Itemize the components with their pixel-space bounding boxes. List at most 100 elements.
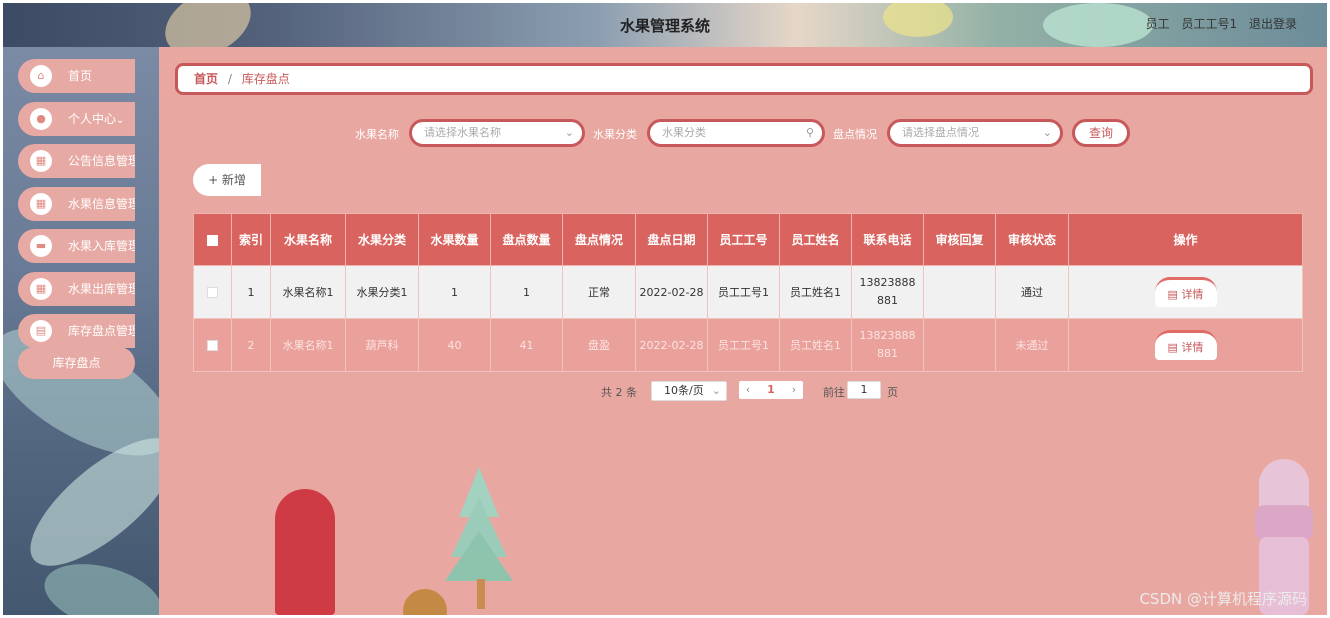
sidebar-item-fruit-info[interactable]: ▦ 水果信息管理 (18, 187, 135, 221)
query-button[interactable]: 查询 (1072, 119, 1130, 147)
app-title: 水果管理系统 (619, 17, 710, 35)
search-icon: ⚲ (805, 126, 814, 139)
document-icon: ▤ (1167, 288, 1182, 301)
page-size-value: 10条/页 (664, 384, 704, 397)
fruit-category-placeholder: 水果分类 (662, 126, 706, 139)
inventory-status-select[interactable]: 请选择盘点情况 ⌄ (887, 119, 1063, 147)
row-select-cell (193, 265, 232, 319)
table-cell: 葫芦科 (345, 318, 419, 372)
detail-button-label: 详情 (1181, 288, 1204, 301)
table-cell: 员工工号1 (707, 265, 780, 319)
add-button[interactable]: + 新增 (193, 164, 261, 196)
column-header: 盘点情况 (562, 213, 636, 266)
pagination: 共 2 条 10条/页 ⌄ ‹ 1 › 前往 1 页 (159, 381, 1327, 403)
logout-button[interactable]: 退出登录 (1249, 17, 1297, 31)
detail-button[interactable]: ▤ 详情 (1154, 330, 1217, 360)
row-checkbox[interactable] (207, 340, 218, 351)
page-suffix: 页 (887, 386, 898, 399)
pager: ‹ 1 › (739, 381, 803, 399)
sidebar-item-personal-center[interactable]: ● 个人中心⌄ (18, 102, 135, 136)
sidebar-item-stock-in[interactable]: ▬ 水果入库管理 (18, 229, 135, 263)
column-header: 索引 (231, 213, 271, 266)
detail-button[interactable]: ▤ 详情 (1154, 277, 1217, 307)
table-cell (923, 318, 996, 372)
column-header: 水果数量 (418, 213, 491, 266)
table-cell (923, 265, 996, 319)
pagination-total: 共 2 条 (601, 386, 637, 399)
column-header: 盘点日期 (635, 213, 708, 266)
column-header: 员工姓名 (779, 213, 852, 266)
table-cell: 水果名称1 (270, 318, 346, 372)
app-window: 水果管理系统 员工 员工工号1 退出登录 ⌂ 首页 ● 个人中心⌄ ▦ 公告信息… (3, 3, 1327, 615)
column-header: 员工工号 (707, 213, 780, 266)
grid-icon: ▦ (30, 150, 52, 172)
document-icon: ▤ (30, 320, 52, 342)
sidebar-item-home[interactable]: ⌂ 首页 (18, 59, 135, 93)
table-cell: 正常 (562, 265, 636, 319)
table-header-row: 索引 水果名称 水果分类 水果数量 盘点数量 盘点情况 盘点日期 员工工号 员工… (193, 213, 1303, 266)
column-header: 联系电话 (851, 213, 924, 266)
column-header: 盘点数量 (490, 213, 563, 266)
table-row[interactable]: 1 水果名称1 水果分类1 1 1 正常 2022-02-28 员工工号1 员工… (193, 265, 1303, 319)
prev-page-button[interactable]: ‹ (739, 381, 757, 399)
table-cell: 2022-02-28 (635, 265, 708, 319)
breadcrumb: 首页 / 库存盘点 (175, 63, 1313, 95)
top-bar: 水果管理系统 员工 员工工号1 退出登录 (3, 3, 1327, 70)
table-cell: 13823888881 (851, 265, 924, 319)
sidebar-item-label: 首页 (68, 69, 93, 83)
current-page[interactable]: 1 (761, 381, 781, 399)
user-role: 员工 (1145, 17, 1170, 31)
sidebar-item-notice[interactable]: ▦ 公告信息管理 (18, 144, 135, 178)
fruit-name-label: 水果名称 (355, 128, 399, 141)
row-checkbox[interactable] (207, 287, 218, 298)
goto-label: 前往 (823, 386, 845, 399)
decoration-toy (1259, 459, 1309, 509)
table-row[interactable]: 2 水果名称1 葫芦科 40 41 盘盈 2022-02-28 员工工号1 员工… (193, 318, 1303, 372)
detail-button-label: 详情 (1181, 341, 1204, 354)
fruit-category-input[interactable]: 水果分类 ⚲ (647, 119, 825, 147)
table-cell: 水果分类1 (345, 265, 419, 319)
sidebar-item-label: 水果入库管理 (68, 239, 135, 253)
breadcrumb-separator: / (227, 72, 232, 86)
user-name: 员工工号1 (1181, 17, 1238, 31)
sidebar-item-stock-out[interactable]: ▦ 水果出库管理 (18, 272, 135, 306)
table-cell: 盘盈 (562, 318, 636, 372)
action-cell: ▤ 详情 (1068, 318, 1303, 372)
select-all-cell (193, 213, 232, 266)
grid-icon: ▦ (30, 278, 52, 300)
breadcrumb-current: 库存盘点 (241, 72, 290, 86)
decoration-ball (403, 589, 447, 615)
grid-icon: ▦ (30, 193, 52, 215)
table-cell: 41 (490, 318, 563, 372)
table-cell: 员工姓名1 (779, 265, 852, 319)
breadcrumb-home[interactable]: 首页 (194, 72, 218, 86)
home-icon: ⌂ (30, 65, 52, 87)
monitor-icon: ▬ (30, 235, 52, 257)
table-cell: 13823888881 (851, 318, 924, 372)
table-cell: 2022-02-28 (635, 318, 708, 372)
sidebar-subitem-inventory-check[interactable]: 库存盘点 (18, 347, 135, 379)
watermark: CSDN @计算机程序源码 (1139, 590, 1307, 608)
goto-page-input[interactable]: 1 (847, 381, 881, 399)
table-cell: 1 (231, 265, 271, 319)
table-cell: 员工姓名1 (779, 318, 852, 372)
decoration-toy (275, 489, 335, 615)
chevron-down-icon: ⌄ (116, 115, 125, 126)
inventory-table: 索引 水果名称 水果分类 水果数量 盘点数量 盘点情况 盘点日期 员工工号 员工… (193, 213, 1303, 372)
fruit-name-placeholder: 请选择水果名称 (424, 126, 501, 139)
action-cell: ▤ 详情 (1068, 265, 1303, 319)
table-cell: 2 (231, 318, 271, 372)
next-page-button[interactable]: › (785, 381, 803, 399)
table-cell: 1 (490, 265, 563, 319)
sidebar-item-inventory[interactable]: ▤ 库存盘点管理 (18, 314, 135, 348)
table-cell: 未通过 (995, 318, 1069, 372)
column-header: 水果名称 (270, 213, 346, 266)
sidebar-item-label: 库存盘点管理 (68, 324, 135, 338)
sidebar-item-label: 水果出库管理 (68, 282, 135, 296)
document-icon: ▤ (1167, 341, 1182, 354)
page-size-select[interactable]: 10条/页 ⌄ (651, 381, 727, 401)
fruit-name-select[interactable]: 请选择水果名称 ⌄ (409, 119, 585, 147)
select-all-checkbox[interactable] (207, 234, 218, 246)
sidebar-item-label: 公告信息管理 (68, 154, 135, 168)
chevron-down-icon: ⌄ (564, 126, 574, 139)
